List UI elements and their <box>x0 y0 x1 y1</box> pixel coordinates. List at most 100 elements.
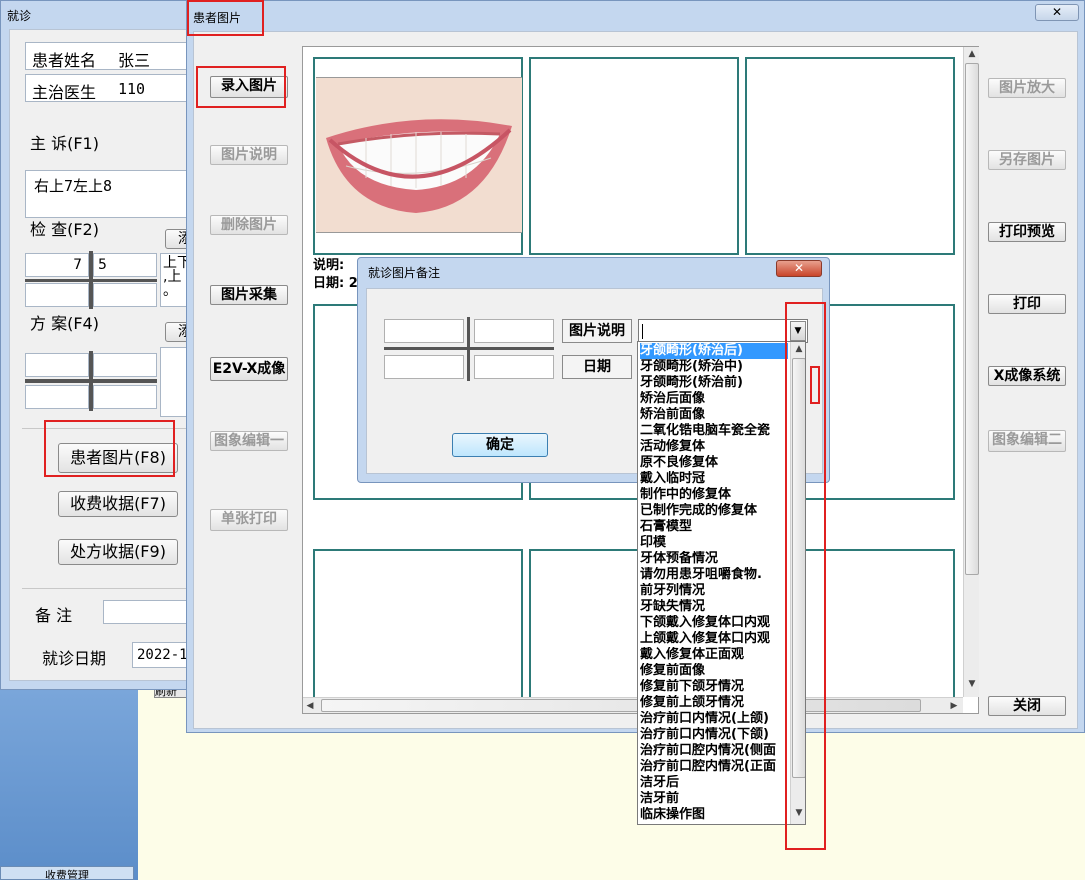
dropdown-option[interactable]: 制作中的修复体 <box>640 487 788 503</box>
image-description-label: 图片说明 <box>562 319 632 343</box>
enlarge-image-button[interactable]: 图片放大 <box>988 78 1066 98</box>
dropdown-option[interactable]: 下颌戴入修复体口内观 <box>640 615 788 631</box>
fee-management-button[interactable]: 收费管理 <box>0 866 134 880</box>
app-background <box>138 690 188 880</box>
image-edit-one-button[interactable]: 图象编辑一 <box>210 431 288 451</box>
plan-label: 方 案(F4) <box>30 314 99 333</box>
image-description-button[interactable]: 图片说明 <box>210 145 288 165</box>
save-image-as-button[interactable]: 另存图片 <box>988 150 1066 170</box>
image-slot[interactable] <box>745 57 955 255</box>
note-cell[interactable] <box>474 319 554 343</box>
scroll-left-icon[interactable]: ◀ <box>305 701 315 711</box>
plan-cell[interactable] <box>25 353 89 377</box>
dropdown-option[interactable]: 洁牙前 <box>640 791 788 807</box>
single-print-button[interactable]: 单张打印 <box>210 509 288 531</box>
delete-image-button[interactable]: 删除图片 <box>210 215 288 235</box>
annotation-box <box>187 0 264 36</box>
x-imaging-system-button[interactable]: X成像系统 <box>988 366 1066 386</box>
visit-date-label: 就诊日期 <box>42 649 107 668</box>
ok-button[interactable]: 确定 <box>452 433 548 457</box>
scrollbar-thumb[interactable] <box>321 699 921 712</box>
dropdown-option[interactable]: 修复前面像 <box>640 663 788 679</box>
patient-name-label: 患者姓名 <box>32 51 97 70</box>
image-slot[interactable] <box>529 57 739 255</box>
smile-image <box>316 78 522 232</box>
dropdown-option[interactable]: 印模 <box>640 535 788 551</box>
note-grid-divider <box>384 347 554 350</box>
dropdown-option[interactable]: 戴入临时冠 <box>640 471 788 487</box>
scroll-up-icon[interactable]: ▲ <box>964 49 980 59</box>
exam-cell[interactable]: 7 <box>25 253 89 277</box>
visit-window-title: 就诊 <box>7 9 32 23</box>
plan-cell[interactable] <box>93 385 157 409</box>
doctor-label: 主治医生 <box>32 83 97 102</box>
description-dropdown-list[interactable]: 牙颌畸形(矫治后) 牙颌畸形(矫治中) 牙颌畸形(矫治前) 矫治后面像 矫治前面像 二氧化… <box>637 341 806 825</box>
image-slot[interactable] <box>313 549 523 699</box>
dropdown-option[interactable]: 请勿用患牙咀嚼食物. <box>640 567 788 583</box>
annotation-box <box>44 420 175 477</box>
close-icon[interactable]: ✕ <box>776 260 822 277</box>
patient-name-field[interactable]: 患者姓名 张三 <box>25 42 200 70</box>
image-capture-button[interactable]: 图片采集 <box>210 285 288 305</box>
remark-label: 备 注 <box>35 606 73 625</box>
image-edit-two-button[interactable]: 图象编辑二 <box>988 430 1066 452</box>
scrollbar-thumb[interactable] <box>965 63 979 575</box>
dropdown-option[interactable]: 戴入修复体正面观 <box>640 647 788 663</box>
dropdown-option[interactable]: 已制作完成的修复体 <box>640 503 788 519</box>
remark-field[interactable] <box>103 600 198 624</box>
exam-cell[interactable]: 5 <box>93 253 157 277</box>
dropdown-option[interactable]: 牙颌畸形(矫治中) <box>640 359 788 375</box>
dropdown-option[interactable]: 治疗前口内情况(下颌) <box>640 727 788 743</box>
text-cursor <box>642 324 643 339</box>
dropdown-option[interactable]: 前牙列情况 <box>640 583 788 599</box>
dropdown-option[interactable]: 治疗前口内情况(上颌) <box>640 711 788 727</box>
scroll-down-icon[interactable]: ▼ <box>964 679 980 689</box>
patient-name-value: 张三 <box>118 51 151 70</box>
dropdown-option[interactable]: 矫治后面像 <box>640 391 788 407</box>
complaint-label: 主 诉(F1) <box>30 134 99 153</box>
close-icon[interactable]: ✕ <box>1035 4 1079 21</box>
plan-grid-divider <box>25 379 157 383</box>
image-slot[interactable] <box>313 57 523 255</box>
annotation-box <box>196 66 286 108</box>
dropdown-option[interactable]: 活动修复体 <box>640 439 788 455</box>
annotation-box <box>810 366 820 404</box>
dropdown-option[interactable]: 治疗前口腔内情况(正面 <box>640 759 788 775</box>
doctor-value: 110 <box>118 80 146 98</box>
smile-photo[interactable] <box>316 77 522 233</box>
print-button[interactable]: 打印 <box>988 294 1066 314</box>
dropdown-option[interactable]: 石膏模型 <box>640 519 788 535</box>
plan-cell[interactable] <box>25 385 89 409</box>
close-button[interactable]: 关闭 <box>988 696 1066 716</box>
note-cell[interactable] <box>474 355 554 379</box>
print-preview-button[interactable]: 打印预览 <box>988 222 1066 242</box>
dropdown-option[interactable]: 临床操作图 <box>640 807 788 823</box>
dropdown-option[interactable]: 矫治前面像 <box>640 407 788 423</box>
note-cell[interactable] <box>384 319 464 343</box>
dropdown-option[interactable]: 上颌戴入修复体口内观 <box>640 631 788 647</box>
dropdown-option[interactable]: 牙缺失情况 <box>640 599 788 615</box>
dropdown-option[interactable]: 修复前上颌牙情况 <box>640 695 788 711</box>
divider <box>22 588 198 589</box>
exam-cell[interactable] <box>93 283 157 307</box>
image-description-combobox[interactable]: ▼ <box>638 319 808 343</box>
dropdown-option[interactable]: 牙体预备情况 <box>640 551 788 567</box>
exam-cell[interactable] <box>25 283 89 307</box>
note-cell[interactable] <box>384 355 464 379</box>
prescription-receipt-button[interactable]: 处方收据(F9) <box>58 539 178 565</box>
plan-cell[interactable] <box>93 353 157 377</box>
dropdown-option[interactable]: 洁牙后 <box>640 775 788 791</box>
dropdown-option[interactable]: 牙颌畸形(矫治前) <box>640 375 788 391</box>
e2v-imaging-button[interactable]: E2V-X成像 <box>210 357 288 381</box>
dropdown-option[interactable]: 原不良修复体 <box>640 455 788 471</box>
fee-receipt-button[interactable]: 收费收据(F7) <box>58 491 178 517</box>
complaint-field[interactable]: 右上7左上8 <box>25 170 200 218</box>
scroll-right-icon[interactable]: ▶ <box>949 701 959 711</box>
dropdown-option[interactable]: 牙颌畸形(矫治后) <box>640 343 788 359</box>
dropdown-option[interactable]: 修复前下颌牙情况 <box>640 679 788 695</box>
gallery-vertical-scrollbar[interactable]: ▲ ▼ <box>963 47 979 697</box>
dropdown-option[interactable]: 治疗前口腔内情况(侧面 <box>640 743 788 759</box>
doctor-field[interactable]: 主治医生 110 <box>25 74 200 102</box>
gallery-horizontal-scrollbar[interactable]: ◀ ▶ <box>303 697 963 713</box>
dropdown-option[interactable]: 二氧化锆电脑车瓷全瓷 <box>640 423 788 439</box>
